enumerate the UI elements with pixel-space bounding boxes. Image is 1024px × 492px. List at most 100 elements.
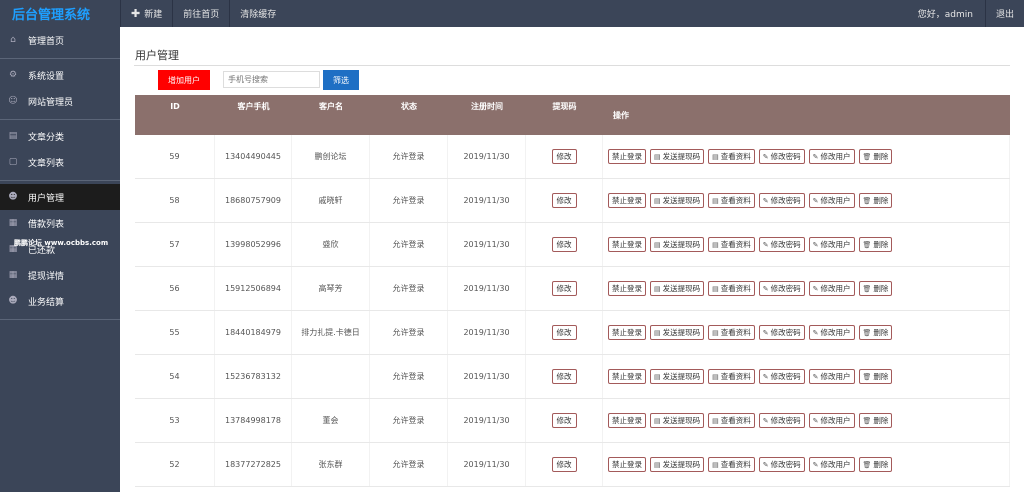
delete-button[interactable]: 🗑 删除 <box>858 369 893 384</box>
logout-button[interactable]: 退出 <box>984 0 1024 27</box>
edit-user-button[interactable]: ✎ 修改用户 <box>808 149 855 164</box>
action-label: 发送提现码 <box>662 284 701 293</box>
delete-button[interactable]: 🗑 删除 <box>858 413 893 428</box>
change-password-button[interactable]: ✎ 修改密码 <box>758 325 805 340</box>
card-icon: ▤ <box>712 416 719 425</box>
send-withdraw-code-button[interactable]: ▤ 发送提现码 <box>650 281 705 296</box>
delete-button[interactable]: 🗑 删除 <box>858 149 893 164</box>
change-password-button[interactable]: ✎ 修改密码 <box>758 369 805 384</box>
table-row: 59 13404490445 鹏创论坛 允许登录 2019/11/30 修改 禁止登录 ▤ 发送… <box>135 135 1010 179</box>
cell-status: 允许登录 <box>370 179 448 222</box>
ban-login-button[interactable]: 禁止登录 <box>608 237 646 252</box>
sidebar-item-article-categories[interactable]: ▤ 文章分类 <box>0 123 120 149</box>
go-home-button[interactable]: 前往首页 <box>172 0 229 27</box>
action-label: 删除 <box>873 372 889 381</box>
ban-login-button[interactable]: 禁止登录 <box>608 413 646 428</box>
edit-user-button[interactable]: ✎ 修改用户 <box>808 369 855 384</box>
send-withdraw-code-button[interactable]: ▤ 发送提现码 <box>650 237 705 252</box>
action-label: 发送提现码 <box>662 240 701 249</box>
sidebar-item-user-management[interactable]: ☻ 用户管理 <box>0 184 120 210</box>
change-password-button[interactable]: ✎ 修改密码 <box>758 413 805 428</box>
edit-user-button[interactable]: ✎ 修改用户 <box>808 237 855 252</box>
view-profile-button[interactable]: ▤ 查看资料 <box>708 369 755 384</box>
sidebar-item-loan-list[interactable]: ▦ 借款列表 <box>0 210 120 236</box>
action-label: 发送提现码 <box>662 372 701 381</box>
view-profile-button[interactable]: ▤ 查看资料 <box>708 237 755 252</box>
change-password-button[interactable]: ✎ 修改密码 <box>758 281 805 296</box>
edit-withdraw-code-button[interactable]: 修改 <box>551 193 577 208</box>
edit-user-button[interactable]: ✎ 修改用户 <box>808 281 855 296</box>
phone-search-input[interactable] <box>223 71 320 88</box>
edit-withdraw-code-button[interactable]: 修改 <box>551 369 577 384</box>
edit-withdraw-code-button[interactable]: 修改 <box>551 413 577 428</box>
sidebar-item-settings[interactable]: ⚙ 系统设置 <box>0 62 120 88</box>
edit-icon: ✎ <box>812 460 819 469</box>
edit-user-button[interactable]: ✎ 修改用户 <box>808 325 855 340</box>
card-icon: ▤ <box>654 196 661 205</box>
send-withdraw-code-button[interactable]: ▤ 发送提现码 <box>650 193 705 208</box>
change-password-button[interactable]: ✎ 修改密码 <box>758 149 805 164</box>
trash-icon: 🗑 <box>862 240 872 249</box>
edit-withdraw-code-button[interactable]: 修改 <box>551 281 577 296</box>
cell-name: 张东群 <box>292 443 370 486</box>
view-profile-button[interactable]: ▤ 查看资料 <box>708 457 755 472</box>
sidebar-item-article-list[interactable]: ▢ 文章列表 <box>0 149 120 175</box>
sidebar-item-dashboard[interactable]: ⌂ 管理首页 <box>0 27 120 53</box>
view-profile-button[interactable]: ▤ 查看资料 <box>708 325 755 340</box>
ban-login-button[interactable]: 禁止登录 <box>608 149 646 164</box>
cell-name <box>292 355 370 398</box>
clear-cache-button[interactable]: 清除缓存 <box>229 0 286 27</box>
delete-button[interactable]: 🗑 删除 <box>858 193 893 208</box>
grid-icon: ▦ <box>8 270 18 280</box>
delete-button[interactable]: 🗑 删除 <box>858 237 893 252</box>
change-password-button[interactable]: ✎ 修改密码 <box>758 193 805 208</box>
sidebar-item-settlement[interactable]: ☻ 业务结算 <box>0 288 120 314</box>
action-label: 发送提现码 <box>662 152 701 161</box>
action-label: 修改用户 <box>820 196 851 205</box>
filter-button[interactable]: 筛选 <box>323 70 359 90</box>
edit-withdraw-code-button[interactable]: 修改 <box>551 149 577 164</box>
ban-login-button[interactable]: 禁止登录 <box>608 193 646 208</box>
edit-icon: ✎ <box>762 152 769 161</box>
edit-withdraw-code-button[interactable]: 修改 <box>551 457 577 472</box>
users-icon: ☻ <box>8 296 18 306</box>
ban-login-button[interactable]: 禁止登录 <box>608 369 646 384</box>
send-withdraw-code-button[interactable]: ▤ 发送提现码 <box>650 369 705 384</box>
change-password-button[interactable]: ✎ 修改密码 <box>758 457 805 472</box>
send-withdraw-code-button[interactable]: ▤ 发送提现码 <box>650 413 705 428</box>
edit-user-button[interactable]: ✎ 修改用户 <box>808 457 855 472</box>
edit-withdraw-code-button[interactable]: 修改 <box>551 237 577 252</box>
send-withdraw-code-button[interactable]: ▤ 发送提现码 <box>650 149 705 164</box>
sidebar-divider <box>0 314 120 320</box>
sidebar-item-label: 文章分类 <box>28 132 65 143</box>
view-profile-button[interactable]: ▤ 查看资料 <box>708 413 755 428</box>
ban-login-button[interactable]: 禁止登录 <box>608 281 646 296</box>
cell-status: 允许登录 <box>370 135 448 178</box>
edit-user-button[interactable]: ✎ 修改用户 <box>808 193 855 208</box>
card-icon: ▤ <box>712 284 719 293</box>
sidebar-item-withdraw-details[interactable]: ▦ 提现详情 <box>0 262 120 288</box>
delete-button[interactable]: 🗑 删除 <box>858 325 893 340</box>
action-label: 修改用户 <box>820 328 851 337</box>
action-label: 删除 <box>873 328 889 337</box>
cell-withdraw-code: 修改 <box>526 355 603 398</box>
delete-button[interactable]: 🗑 删除 <box>858 457 893 472</box>
view-profile-button[interactable]: ▤ 查看资料 <box>708 193 755 208</box>
ban-login-button[interactable]: 禁止登录 <box>608 325 646 340</box>
header-ops: 操作 <box>613 110 629 120</box>
view-profile-button[interactable]: ▤ 查看资料 <box>708 281 755 296</box>
edit-user-button[interactable]: ✎ 修改用户 <box>808 413 855 428</box>
send-withdraw-code-button[interactable]: ▤ 发送提现码 <box>650 457 705 472</box>
edit-withdraw-code-button[interactable]: 修改 <box>551 325 577 340</box>
add-user-button[interactable]: 增加用户 <box>158 70 210 90</box>
ban-login-button[interactable]: 禁止登录 <box>608 457 646 472</box>
cell-withdraw-code: 修改 <box>526 135 603 178</box>
view-profile-button[interactable]: ▤ 查看资料 <box>708 149 755 164</box>
delete-button[interactable]: 🗑 删除 <box>858 281 893 296</box>
sidebar-item-admins[interactable]: ☺ 网站管理员 <box>0 88 120 114</box>
change-password-button[interactable]: ✎ 修改密码 <box>758 237 805 252</box>
action-label: 删除 <box>873 460 889 469</box>
send-withdraw-code-button[interactable]: ▤ 发送提现码 <box>650 325 705 340</box>
new-button[interactable]: ✚ 新建 <box>120 0 172 27</box>
page-title: 用户管理 <box>135 49 179 62</box>
